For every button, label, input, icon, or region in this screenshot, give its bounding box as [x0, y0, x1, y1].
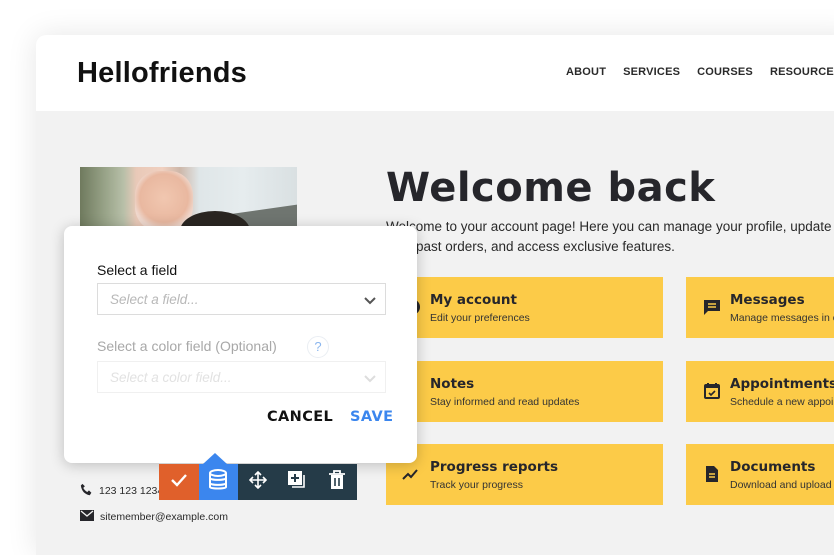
mail-icon [80, 510, 94, 524]
help-icon[interactable]: ? [307, 336, 329, 358]
color-field-label: Select a color field (Optional) [97, 338, 277, 354]
main-nav: ABOUT SERVICES COURSES RESOURCES [566, 66, 834, 78]
card-title: My account [430, 292, 517, 308]
card-title: Notes [430, 376, 475, 392]
check-icon [170, 473, 188, 492]
move-icon [248, 470, 267, 494]
card-appointments[interactable]: Appointments Schedule a new appoi [686, 361, 834, 422]
card-title: Progress reports [430, 459, 558, 475]
card-documents[interactable]: Documents Download and upload [686, 444, 834, 505]
nav-services[interactable]: SERVICES [623, 66, 680, 78]
email-address[interactable]: sitemember@example.com [100, 511, 228, 523]
phone-row: 123 123 1234 [80, 483, 163, 499]
card-notes[interactable]: Notes Stay informed and read updates [386, 361, 663, 422]
color-field-placeholder: Select a color field... [110, 370, 232, 385]
card-progress-reports[interactable]: Progress reports Track your progress [386, 444, 663, 505]
intro-line-2: past orders, and access exclusive featur… [416, 239, 675, 254]
page-title: Welcome back [386, 165, 716, 211]
field-select[interactable]: Select a field... [97, 283, 386, 315]
nav-about[interactable]: ABOUT [566, 66, 606, 78]
card-title: Messages [730, 292, 805, 308]
trend-icon [402, 464, 422, 484]
phone-number[interactable]: 123 123 1234 [99, 485, 163, 497]
intro-line-1: Welcome to your account page! Here you c… [386, 219, 834, 234]
move-button[interactable] [238, 464, 278, 500]
card-subtitle: Edit your preferences [430, 312, 530, 324]
save-button[interactable]: SAVE [350, 409, 393, 425]
field-select-popup: Select a field Select a field... Select … [64, 226, 417, 463]
data-source-button[interactable] [198, 464, 238, 500]
card-subtitle: Download and upload [730, 479, 832, 491]
element-toolbar [159, 464, 357, 500]
card-title: Documents [730, 459, 816, 475]
chevron-down-icon [363, 293, 377, 307]
trash-icon [328, 469, 346, 495]
intro-text: Welcome to your account page! Here you c… [386, 217, 834, 257]
field-placeholder: Select a field... [110, 292, 199, 307]
calendar-check-icon [702, 381, 722, 401]
nav-resources[interactable]: RESOURCES [770, 66, 834, 78]
database-icon [208, 468, 228, 496]
popup-pointer [203, 453, 227, 464]
cancel-button[interactable]: CANCEL [267, 409, 333, 425]
card-subtitle: Track your progress [430, 479, 523, 491]
card-title: Appointments [730, 376, 834, 392]
phone-icon [80, 483, 93, 499]
nav-courses[interactable]: COURSES [697, 66, 753, 78]
duplicate-icon [287, 470, 307, 495]
duplicate-button[interactable] [277, 464, 317, 500]
email-row: sitemember@example.com [80, 510, 228, 524]
site-logo[interactable]: Hellofriends [77, 57, 247, 90]
field-label: Select a field [97, 262, 178, 278]
document-icon [702, 464, 722, 484]
card-subtitle: Stay informed and read updates [430, 396, 580, 408]
site-header: Hellofriends ABOUT SERVICES COURSES RESO… [36, 35, 834, 111]
card-messages[interactable]: Messages Manage messages in o [686, 277, 834, 338]
message-icon [702, 297, 722, 317]
delete-button[interactable] [317, 464, 357, 500]
color-field-select[interactable]: Select a color field... [97, 361, 386, 393]
card-subtitle: Manage messages in o [730, 312, 834, 324]
card-my-account[interactable]: My account Edit your preferences [386, 277, 663, 338]
chevron-down-icon [363, 371, 377, 385]
card-subtitle: Schedule a new appoi [730, 396, 834, 408]
confirm-button[interactable] [159, 464, 199, 500]
